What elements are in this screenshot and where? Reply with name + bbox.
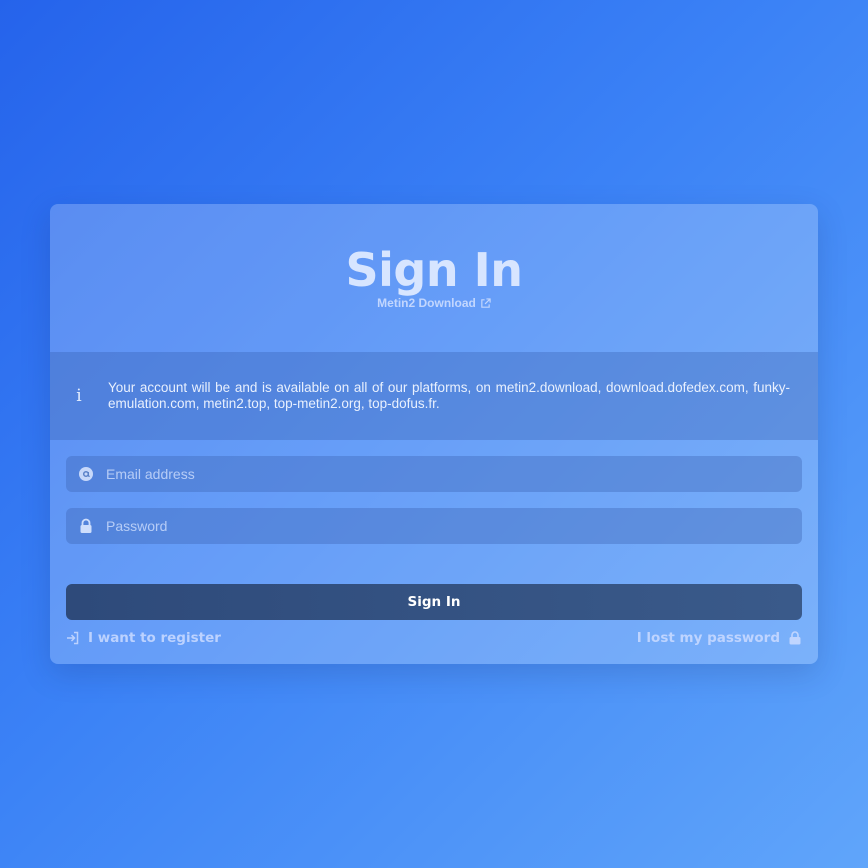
at-icon xyxy=(66,466,106,482)
register-link[interactable]: I want to register xyxy=(66,630,221,646)
login-card: Sign In Metin2 Download i Your account w… xyxy=(50,204,818,664)
register-label: I want to register xyxy=(88,630,221,646)
sign-in-button[interactable]: Sign In xyxy=(66,584,802,620)
info-banner: i Your account will be and is available … xyxy=(50,352,818,440)
email-field xyxy=(66,456,802,492)
page-title: Sign In xyxy=(345,243,523,297)
lost-password-link[interactable]: I lost my password xyxy=(637,630,802,646)
unlock-icon xyxy=(788,631,802,645)
lock-icon xyxy=(66,518,106,534)
card-header: Sign In Metin2 Download xyxy=(50,204,818,352)
lost-password-label: I lost my password xyxy=(636,630,780,646)
email-input[interactable] xyxy=(106,456,802,492)
info-text: Your account will be and is available on… xyxy=(108,380,790,411)
external-link-icon xyxy=(480,297,491,309)
metin2-download-label: Metin2 Download xyxy=(377,296,476,310)
sign-in-arrow-icon xyxy=(66,631,80,645)
info-icon: i xyxy=(76,386,82,406)
metin2-download-link[interactable]: Metin2 Download xyxy=(50,296,818,310)
password-field xyxy=(66,508,802,544)
password-input[interactable] xyxy=(106,508,802,544)
